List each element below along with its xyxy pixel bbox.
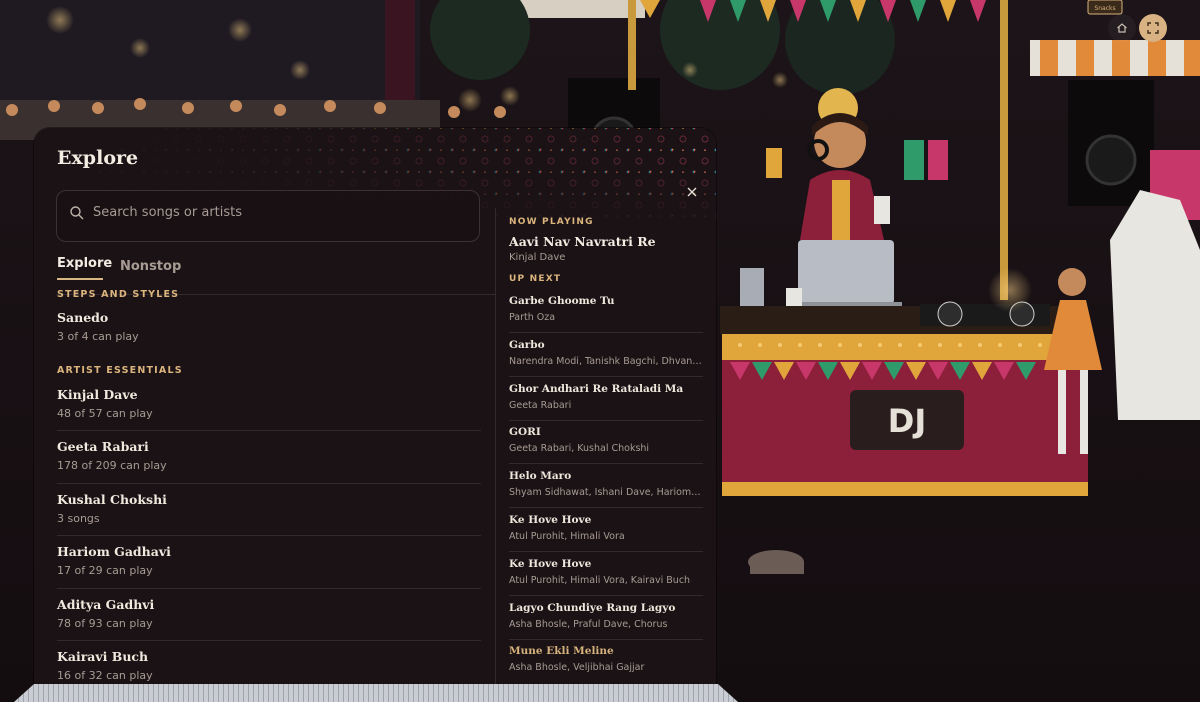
queue-item-artist: Shyam Sidhawat, Ishani Dave, Hariom ... <box>509 487 703 498</box>
queue-item-artist: Atul Purohit, Himali Vora, Kairavi Buch <box>509 575 691 586</box>
now-playing-title: Aavi Nav Navratri Re <box>509 234 656 249</box>
list-item-kinjal-dave[interactable]: Kinjal Dave 48 of 57 can play <box>57 387 481 420</box>
queue-item[interactable]: Ke Hove Hove Atul Purohit, Himali Vora <box>509 514 703 542</box>
column-divider <box>495 208 496 688</box>
fullscreen-icon <box>1147 22 1159 34</box>
row-divider <box>509 420 703 421</box>
list-item-subtitle: 78 of 93 can play <box>57 617 153 630</box>
list-item-kushal-chokshi[interactable]: Kushal Chokshi 3 songs <box>57 492 481 525</box>
list-item-sanedo[interactable]: Sanedo 3 of 4 can play <box>57 310 481 343</box>
list-item-geeta-rabari[interactable]: Geeta Rabari 178 of 209 can play <box>57 439 481 472</box>
section-heading: STEPS AND STYLES <box>57 289 180 300</box>
queue-item-title: Lagyo Chundiye Rang Lagyo <box>509 602 676 614</box>
queue-item-title: Garbo <box>509 339 545 351</box>
list-item-title: Kinjal Dave <box>57 387 138 402</box>
fullscreen-button[interactable] <box>1139 14 1167 42</box>
row-divider <box>509 463 703 464</box>
queue-item-title: GORI <box>509 426 541 438</box>
close-icon <box>687 187 697 197</box>
queue-item[interactable]: Garbo Narendra Modi, Tanishk Bagchi, Dhv… <box>509 339 703 367</box>
queue-item-artist: Asha Bhosle, Praful Dave, Chorus <box>509 619 668 630</box>
now-playing-label: NOW PLAYING <box>509 217 594 227</box>
list-item-title: Sanedo <box>57 310 109 325</box>
tab-nonstop[interactable]: Nonstop <box>120 259 181 274</box>
list-item-subtitle: 178 of 209 can play <box>57 459 167 472</box>
list-item-title: Aditya Gadhvi <box>57 597 155 612</box>
dj-sign: DJ <box>888 402 926 440</box>
queue-item-title: Ke Hove Hove <box>509 558 592 570</box>
queue-item[interactable]: Ke Hove Hove Atul Purohit, Himali Vora, … <box>509 558 703 586</box>
list-item-title: Hariom Gadhavi <box>57 544 171 559</box>
close-button[interactable] <box>682 182 702 202</box>
list-item-subtitle: 48 of 57 can play <box>57 407 153 420</box>
list-item-subtitle: 17 of 29 can play <box>57 564 153 577</box>
panel-title: Explore <box>57 147 139 169</box>
explore-panel: Explore Explore Nonstop STEPS AND STYLES… <box>34 128 716 688</box>
queue-item-title: Mune Ekli Meline <box>509 645 614 657</box>
row-divider <box>57 430 481 431</box>
row-divider <box>509 639 703 640</box>
row-divider <box>509 551 703 552</box>
up-next-label: UP NEXT <box>509 274 562 284</box>
queue-item-artist: Geeta Rabari <box>509 400 572 411</box>
row-divider <box>57 640 481 641</box>
row-divider <box>509 332 703 333</box>
home-button[interactable] <box>1108 14 1136 42</box>
row-divider <box>509 595 703 596</box>
list-item-aditya-gadhvi[interactable]: Aditya Gadhvi 78 of 93 can play <box>57 597 481 630</box>
queue-item-title: Ghor Andhari Re Rataladi Ma <box>509 383 684 395</box>
queue-item-highlighted[interactable]: Mune Ekli Meline Asha Bhosle, Veljibhai … <box>509 645 703 673</box>
section-heading: ARTIST ESSENTIALS <box>57 365 183 376</box>
search-input[interactable] <box>91 197 475 227</box>
queue-item-title: Ke Hove Hove <box>509 514 592 526</box>
row-divider <box>57 535 481 536</box>
home-icon <box>1117 23 1127 33</box>
queue-item-artist: Parth Oza <box>509 312 556 323</box>
queue-item[interactable]: Lagyo Chundiye Rang Lagyo Asha Bhosle, P… <box>509 602 703 630</box>
queue-item[interactable]: Helo Maro Shyam Sidhawat, Ishani Dave, H… <box>509 470 703 498</box>
snacks-sign: Snacks <box>1094 5 1115 12</box>
tab-explore[interactable]: Explore <box>57 256 112 271</box>
list-item-title: Kushal Chokshi <box>57 492 167 507</box>
row-divider <box>57 483 481 484</box>
search-icon <box>70 206 84 220</box>
list-item-hariom-gadhavi[interactable]: Hariom Gadhavi 17 of 29 can play <box>57 544 481 577</box>
queue-item-title: Garbe Ghoome Tu <box>509 295 615 307</box>
list-item-title: Geeta Rabari <box>57 439 149 454</box>
list-item-title: Kairavi Buch <box>57 649 149 664</box>
row-divider <box>509 376 703 377</box>
row-divider <box>57 588 481 589</box>
queue-item[interactable]: Garbe Ghoome Tu Parth Oza <box>509 295 703 323</box>
list-item-subtitle: 3 songs <box>57 512 100 525</box>
queue-item-title: Helo Maro <box>509 470 572 482</box>
laptop-keyboard-edge <box>14 684 738 702</box>
queue-item[interactable]: GORI Geeta Rabari, Kushal Chokshi <box>509 426 703 454</box>
row-divider <box>509 507 703 508</box>
queue-item[interactable]: Ghor Andhari Re Rataladi Ma Geeta Rabari <box>509 383 703 411</box>
queue-item-artist: Narendra Modi, Tanishk Bagchi, Dhvani ..… <box>509 356 703 367</box>
active-tab-indicator <box>57 278 103 280</box>
search-box <box>56 190 480 242</box>
list-item-kairavi-buch[interactable]: Kairavi Buch 16 of 32 can play <box>57 649 481 682</box>
queue-item-artist: Atul Purohit, Himali Vora <box>509 531 625 542</box>
list-item-subtitle: 3 of 4 can play <box>57 330 139 343</box>
top-right-controls <box>1106 14 1168 42</box>
queue-item-artist: Geeta Rabari, Kushal Chokshi <box>509 443 650 454</box>
now-playing-artist: Kinjal Dave <box>509 252 566 263</box>
list-item-subtitle: 16 of 32 can play <box>57 669 153 682</box>
queue-item-artist: Asha Bhosle, Veljibhai Gajjar <box>509 662 645 673</box>
